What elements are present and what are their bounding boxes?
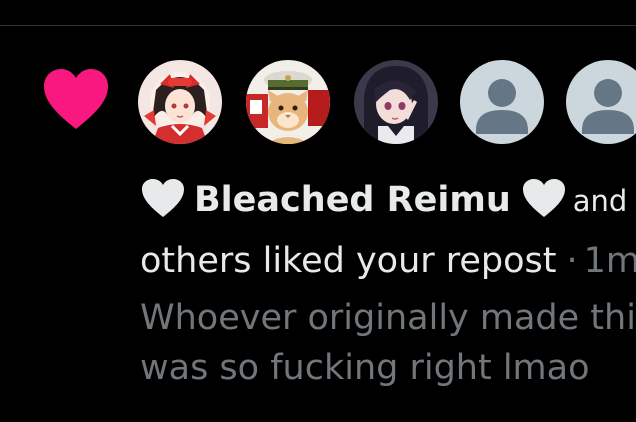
- timestamp[interactable]: 1m: [584, 241, 636, 281]
- heart-icon: [44, 69, 108, 129]
- avatar-2[interactable]: [246, 60, 330, 144]
- liker-line: Bleached Reimu and: [140, 176, 627, 225]
- action-line: others liked your repost · 1m: [140, 237, 636, 285]
- avatar-3[interactable]: [354, 60, 438, 144]
- post-preview-line-1[interactable]: Whoever originally made thi: [140, 294, 636, 342]
- avatar-1[interactable]: [138, 60, 222, 144]
- action-text: others liked your repost: [140, 241, 557, 281]
- avatar-5[interactable]: [566, 60, 636, 144]
- avatar-4[interactable]: [460, 60, 544, 144]
- separator: ·: [566, 241, 578, 281]
- avatar-row: [138, 60, 636, 144]
- post-preview-line-2[interactable]: was so fucking right lmao: [140, 344, 590, 392]
- heart-emoji-icon: [522, 179, 565, 217]
- notifications-screen: Bleached Reimu and others liked your rep…: [0, 0, 636, 422]
- liker-name[interactable]: Bleached Reimu: [194, 180, 511, 220]
- and-text: and: [572, 184, 628, 218]
- heart-emoji-icon: [142, 179, 184, 217]
